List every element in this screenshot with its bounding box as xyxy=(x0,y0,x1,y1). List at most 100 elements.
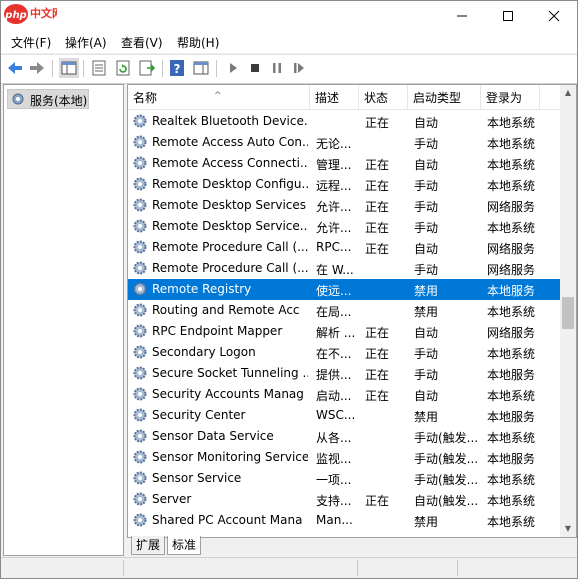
service-description: RPC... xyxy=(316,240,352,254)
service-gear-icon xyxy=(133,240,147,254)
properties-icon[interactable] xyxy=(89,58,109,78)
service-gear-icon xyxy=(133,135,147,149)
service-name: Remote Desktop Configu... xyxy=(152,177,308,191)
table-row[interactable]: Shared PC Account Mana Man... 禁用 本地系统 xyxy=(128,510,560,531)
restart-service-icon[interactable] xyxy=(289,58,309,78)
column-header-logon-as[interactable]: 登录为 xyxy=(481,85,540,109)
refresh-icon[interactable] xyxy=(113,58,133,78)
table-row[interactable]: Remote Access Auto Con... 无论... 手动 本地系统 xyxy=(128,132,560,153)
service-logon-as: 网络服务 xyxy=(487,326,536,340)
service-name: Realtek Bluetooth Device... xyxy=(152,114,308,128)
table-row[interactable]: Remote Desktop Services 允许... 正在 手动 网络服务 xyxy=(128,195,560,216)
table-row[interactable]: Security Center WSC... 禁用 本地服务 xyxy=(128,405,560,426)
services-window: php 中文网 服务 文件(F) 操作(A) 查看(V) 帮助(H) xyxy=(0,0,578,579)
service-name: Sensor Service xyxy=(152,471,242,485)
start-service-icon[interactable] xyxy=(223,58,243,78)
tab-standard[interactable]: 标准 xyxy=(167,536,202,555)
service-startup-type: 自动 xyxy=(414,326,439,340)
menu-bar: 文件(F) 操作(A) 查看(V) 帮助(H) xyxy=(1,31,577,53)
help-icon[interactable]: ? xyxy=(167,58,187,78)
table-row[interactable]: Secure Socket Tunneling ... 提供... 正在 手动 本地服务 xyxy=(128,363,560,384)
table-row[interactable]: Sensor Service 一项... 手动(触发... 本地系统 xyxy=(128,468,560,489)
scrollbar-thumb[interactable] xyxy=(562,297,574,329)
svg-text:php: php xyxy=(4,10,26,21)
table-row[interactable]: Sensor Monitoring Service 监视... 手动(触发... 本地… xyxy=(128,447,560,468)
column-header-startup-type[interactable]: 启动类型 xyxy=(408,85,481,109)
service-gear-icon xyxy=(133,366,147,380)
column-description-label: 描述 xyxy=(315,91,340,105)
table-row[interactable]: Routing and Remote Acc 在局... 禁用 本地系统 xyxy=(128,300,560,321)
service-name: Remote Desktop Services xyxy=(152,198,307,212)
service-name: Remote Procedure Call (... xyxy=(152,240,308,254)
service-startup-type: 手动 xyxy=(414,368,439,382)
table-row[interactable]: RPC Endpoint Mapper 解析 ... 正在 自动 网络服务 xyxy=(128,321,560,342)
service-logon-as: 本地系统 xyxy=(487,494,536,508)
maximize-button[interactable] xyxy=(485,1,531,31)
service-startup-type: 自动 xyxy=(414,242,439,256)
service-gear-icon xyxy=(133,261,147,275)
service-logon-as: 本地系统 xyxy=(487,179,536,193)
service-name: Security Accounts Manag xyxy=(152,387,304,401)
service-description: WSC... xyxy=(316,408,356,422)
service-description: 启动... xyxy=(316,389,352,403)
column-header-status[interactable]: 状态 xyxy=(359,85,408,109)
table-row[interactable]: Realtek Bluetooth Device... 正在 自动 本地系统 xyxy=(128,111,560,132)
table-row[interactable]: Remote Access Connecti... 管理... 正在 自动 本地系统 xyxy=(128,153,560,174)
pause-service-icon[interactable] xyxy=(267,58,287,78)
menu-view[interactable]: 查看(V) xyxy=(121,34,163,51)
minimize-icon xyxy=(457,15,467,17)
service-logon-as: 本地系统 xyxy=(487,137,536,151)
services-list: 名称 ^ 描述 状态 启动类型 登录为 Realtek Bluetooth De… xyxy=(127,84,577,538)
close-button[interactable] xyxy=(531,1,577,31)
service-gear-icon xyxy=(133,471,147,485)
menu-action[interactable]: 操作(A) xyxy=(65,34,107,51)
export-list-icon[interactable] xyxy=(137,58,157,78)
forward-arrow-icon[interactable] xyxy=(27,58,47,78)
service-status: 正在 xyxy=(365,116,390,130)
service-logon-as: 本地系统 xyxy=(487,347,536,361)
service-name: Sensor Data Service xyxy=(152,429,274,443)
stop-service-icon[interactable] xyxy=(245,58,265,78)
menu-file[interactable]: 文件(F) xyxy=(11,34,51,51)
service-name: Remote Registry xyxy=(152,282,252,296)
column-header-name[interactable]: 名称 ^ xyxy=(128,85,310,109)
service-name: RPC Endpoint Mapper xyxy=(152,324,283,338)
service-description: 在不... xyxy=(316,347,352,361)
table-row[interactable]: Secondary Logon 在不... 正在 手动 本地系统 xyxy=(128,342,560,363)
scroll-down-arrow-icon[interactable]: ▼ xyxy=(560,521,576,537)
service-startup-type: 手动 xyxy=(414,137,439,151)
service-description: 使远... xyxy=(316,284,352,298)
service-gear-icon xyxy=(133,177,147,191)
maximize-icon xyxy=(503,11,513,21)
service-description: 允许... xyxy=(316,221,352,235)
table-row[interactable]: Remote Desktop Configu... 远程... 正在 手动 本地系统 xyxy=(128,174,560,195)
tab-extended[interactable]: 扩展 xyxy=(131,536,166,555)
table-row[interactable]: Server 支持... 正在 自动(触发... 本地系统 xyxy=(128,489,560,510)
scroll-up-arrow-icon[interactable]: ▲ xyxy=(560,85,576,101)
svg-text:?: ? xyxy=(174,62,181,76)
table-row[interactable]: Security Accounts Manag 启动... 正在 自动 本地系统 xyxy=(128,384,560,405)
service-name: Secondary Logon xyxy=(152,345,256,359)
table-row[interactable]: Remote Procedure Call (... RPC... 正在 自动 网络服务 xyxy=(128,237,560,258)
table-row[interactable]: Sensor Data Service 从各... 手动(触发... 本地系统 xyxy=(128,426,560,447)
status-bar xyxy=(1,557,577,578)
minimize-button[interactable] xyxy=(439,1,485,31)
service-gear-icon xyxy=(133,282,147,296)
tree-node-services-local[interactable]: 服务(本地) xyxy=(7,89,89,109)
back-arrow-icon[interactable] xyxy=(5,58,25,78)
console-tree-icon[interactable] xyxy=(59,58,79,78)
column-header-description[interactable]: 描述 xyxy=(310,85,359,109)
action-pane-icon[interactable] xyxy=(191,58,211,78)
service-gear-icon xyxy=(133,429,147,443)
tree-node-label: 服务(本地) xyxy=(30,94,88,108)
table-row[interactable]: Remote Procedure Call (... 在 W... 手动 网络服务 xyxy=(128,258,560,279)
vertical-scrollbar[interactable]: ▲ ▼ xyxy=(560,85,576,537)
service-status: 正在 xyxy=(365,158,390,172)
service-startup-type: 禁用 xyxy=(414,410,439,424)
table-row[interactable]: Remote Desktop Service... 允许... 正在 手动 本地系统 xyxy=(128,216,560,237)
table-row[interactable]: Remote Registry 使远... 禁用 本地服务 xyxy=(128,279,560,300)
service-gear-icon xyxy=(133,303,147,317)
service-logon-as: 本地系统 xyxy=(487,473,536,487)
service-gear-icon xyxy=(133,492,147,506)
menu-help[interactable]: 帮助(H) xyxy=(177,34,219,51)
